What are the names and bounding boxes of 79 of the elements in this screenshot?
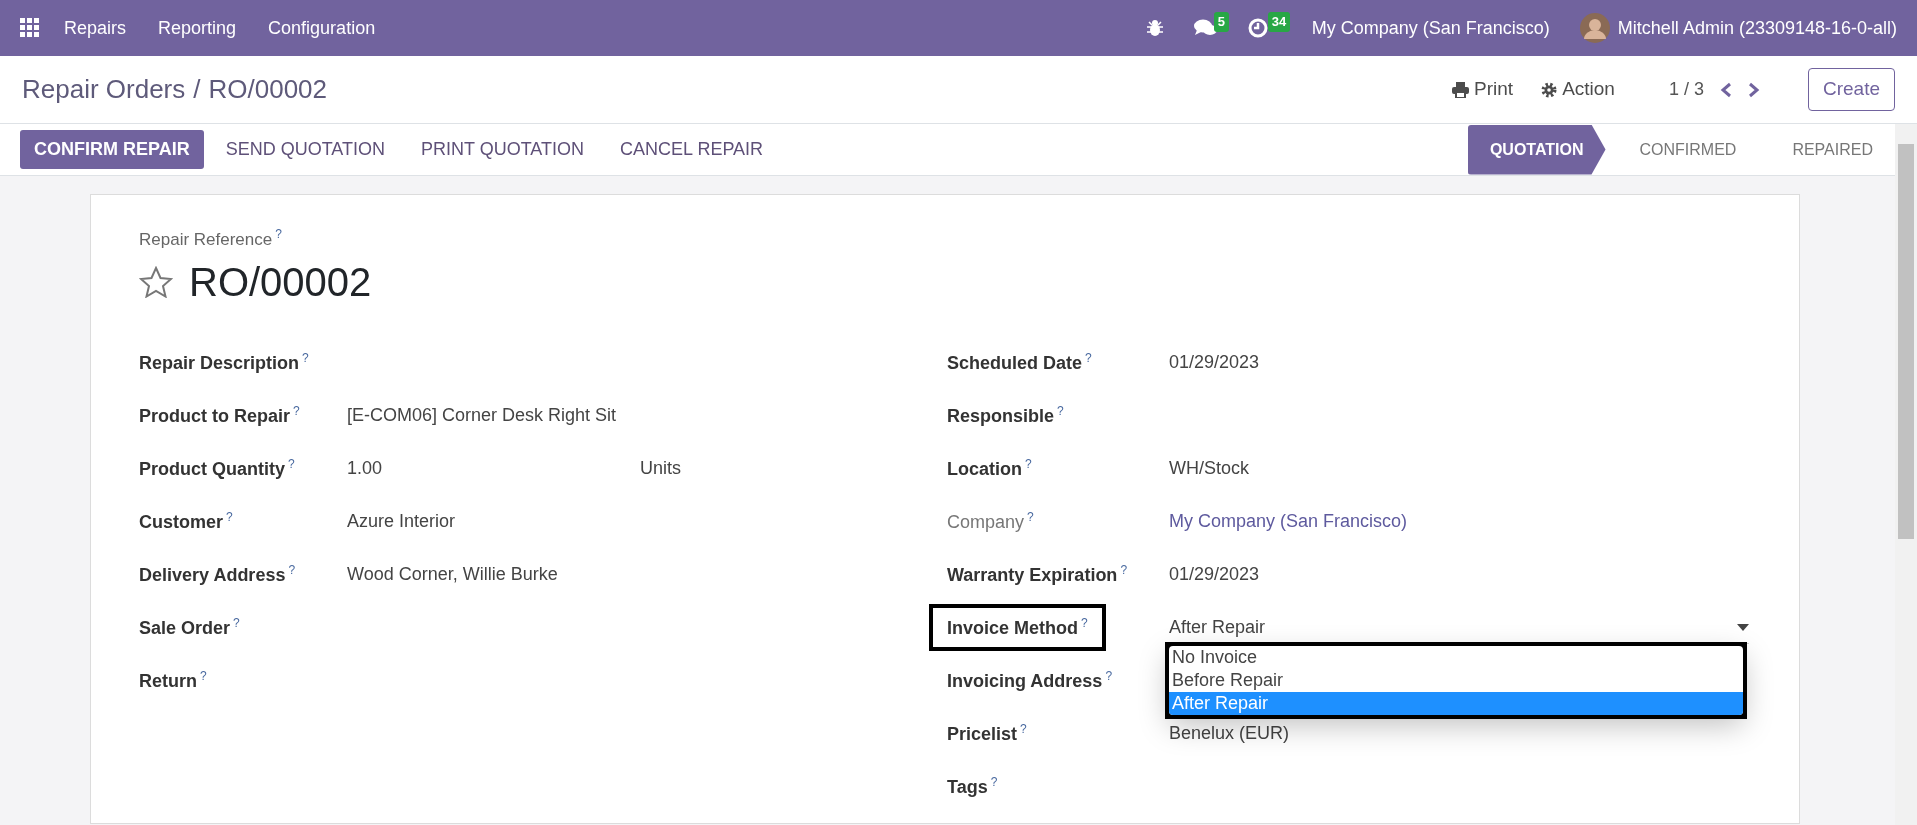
caret-icon[interactable] bbox=[1737, 623, 1749, 631]
action-button[interactable]: Action bbox=[1535, 74, 1621, 105]
help-tooltip-icon[interactable]: ? bbox=[990, 774, 998, 789]
dropdown-option[interactable]: After Repair bbox=[1169, 691, 1743, 715]
dropdown-option[interactable]: No Invoice bbox=[1169, 645, 1743, 669]
message-count-badge: 5 bbox=[1213, 12, 1229, 32]
record-title: RO/00002 bbox=[189, 259, 372, 307]
help-tooltip-icon[interactable]: ? bbox=[226, 509, 233, 524]
field-label: Warranty Expiration bbox=[947, 564, 1118, 585]
field-label: Return bbox=[139, 670, 197, 691]
action-button[interactable]: PRINT QUOTATION bbox=[407, 130, 599, 169]
field-value: [E-COM06] Corner Desk Right Sit bbox=[347, 404, 617, 428]
field-value: 01/29/2023 bbox=[1169, 563, 1260, 587]
status-stage[interactable]: QUOTATION bbox=[1467, 124, 1606, 175]
field-value: 1.00 bbox=[347, 457, 383, 481]
field-label: Scheduled Date bbox=[947, 352, 1083, 373]
action-button[interactable]: SEND QUOTATION bbox=[211, 130, 399, 169]
field-value: WH/Stock bbox=[1169, 457, 1249, 481]
field-link[interactable]: My Company (San Francisco) bbox=[1169, 508, 1408, 536]
printer-icon bbox=[1452, 81, 1470, 98]
help-tooltip-icon[interactable]: ? bbox=[302, 350, 309, 365]
help-tooltip-icon[interactable]: ? bbox=[1081, 615, 1088, 630]
field-label: Invoicing Address bbox=[947, 670, 1103, 691]
field-label: Responsible bbox=[947, 405, 1055, 426]
print-button[interactable]: Print bbox=[1446, 74, 1520, 105]
help-tooltip-icon[interactable]: ? bbox=[288, 562, 296, 577]
chat-icon[interactable] bbox=[1193, 18, 1218, 38]
breadcrumb-separator: / bbox=[193, 73, 201, 106]
help-tooltip-icon[interactable]: ? bbox=[293, 403, 300, 418]
field-value: Azure Interior bbox=[347, 510, 456, 534]
menu-link[interactable]: Reporting bbox=[158, 14, 237, 42]
clock-icon[interactable] bbox=[1247, 18, 1268, 38]
field-label: Customer bbox=[139, 511, 223, 532]
field-label: Delivery Address bbox=[139, 564, 286, 585]
help-tooltip-icon[interactable]: ? bbox=[200, 668, 207, 683]
field-label: Location bbox=[947, 458, 1022, 479]
action-button[interactable]: CANCEL REPAIR bbox=[606, 130, 778, 169]
field-label: Product Quantity bbox=[139, 458, 285, 479]
dropdown-option[interactable]: Before Repair bbox=[1169, 668, 1743, 692]
pager-value: 1 / 3 bbox=[1668, 78, 1704, 101]
help-tooltip-icon[interactable]: ? bbox=[1027, 509, 1034, 524]
field-label: Pricelist bbox=[947, 723, 1018, 744]
previous-icon[interactable] bbox=[1719, 81, 1732, 98]
scrollbar[interactable] bbox=[1895, 124, 1917, 825]
field-value: Benelux (EUR) bbox=[1169, 722, 1290, 746]
help-tooltip-icon[interactable]: ? bbox=[1020, 721, 1027, 736]
breadcrumb-link[interactable]: Repair Orders bbox=[22, 70, 186, 109]
gear-icon bbox=[1541, 81, 1558, 98]
help-tooltip-icon[interactable]: ? bbox=[1105, 668, 1113, 683]
company-switcher[interactable]: My Company (San Francisco) bbox=[1311, 14, 1550, 42]
help-tooltip-icon[interactable]: ? bbox=[288, 456, 295, 471]
favorite-star-icon[interactable] bbox=[139, 266, 173, 299]
create-button[interactable]: Create bbox=[1807, 68, 1895, 111]
help-tooltip-icon[interactable]: ? bbox=[233, 615, 240, 630]
bug-icon[interactable] bbox=[1145, 19, 1164, 37]
field-label: Product to Repair bbox=[139, 405, 290, 426]
help-tooltip-icon[interactable]: ? bbox=[1085, 350, 1092, 365]
field-value: Wood Corner, Willie Burke bbox=[347, 563, 558, 587]
field-label: Repair Description bbox=[139, 352, 300, 373]
user-menu[interactable]: Mitchell Admin (23309148-16-0-all) bbox=[1617, 14, 1897, 42]
field-value: 01/29/2023 bbox=[1169, 351, 1260, 375]
activity-count-badge: 34 bbox=[1267, 12, 1291, 32]
help-tooltip-icon[interactable]: ? bbox=[275, 227, 282, 241]
app-name-link[interactable]: Repairs bbox=[64, 14, 127, 42]
field-label: Sale Order bbox=[139, 617, 231, 638]
help-tooltip-icon[interactable]: ? bbox=[1120, 562, 1128, 577]
field-label: Invoice Method bbox=[947, 617, 1078, 638]
next-icon[interactable] bbox=[1747, 81, 1760, 98]
unit-value: Units bbox=[640, 457, 682, 481]
breadcrumb-current: RO/00002 bbox=[208, 73, 328, 106]
help-tooltip-icon[interactable]: ? bbox=[1057, 403, 1064, 418]
action-button[interactable]: CONFIRM REPAIR bbox=[20, 130, 204, 169]
field-label: Company bbox=[947, 511, 1025, 532]
avatar-icon bbox=[1579, 13, 1610, 43]
field-label: Tags bbox=[947, 776, 988, 797]
field-label: Repair Reference bbox=[139, 229, 273, 249]
menu-link[interactable]: Configuration bbox=[268, 14, 376, 42]
apps-menu-icon[interactable] bbox=[20, 18, 40, 38]
help-tooltip-icon[interactable]: ? bbox=[1025, 456, 1032, 471]
